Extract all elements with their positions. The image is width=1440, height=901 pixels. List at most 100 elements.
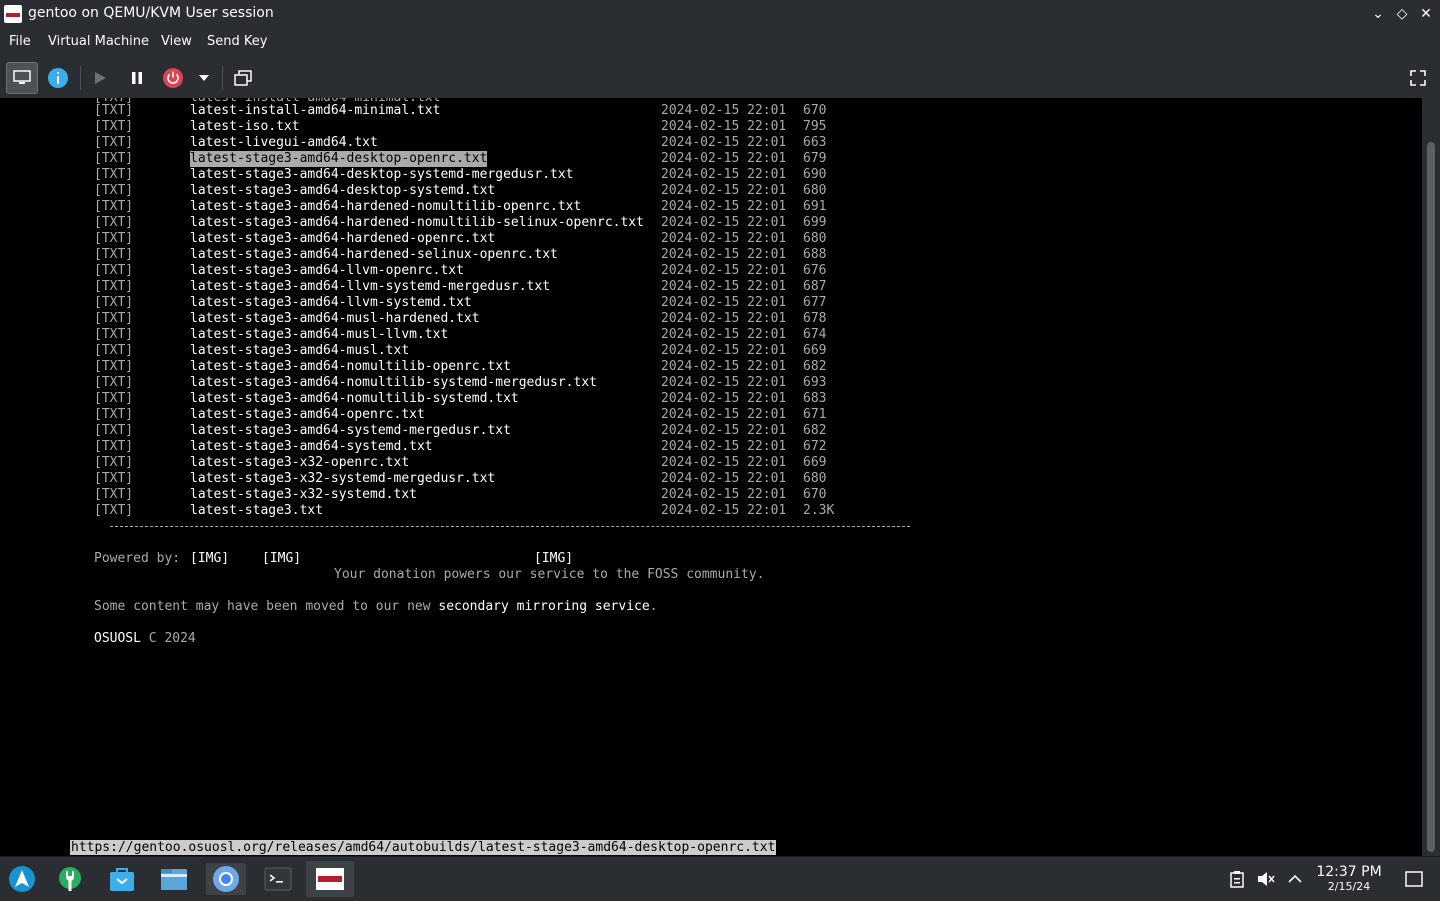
clock-time: 12:37 PM — [1316, 864, 1382, 880]
file-link[interactable]: latest-stage3-amd64-nomultilib-systemd-m… — [190, 375, 597, 391]
pause-button[interactable] — [123, 64, 151, 92]
file-link[interactable]: latest-livegui-amd64.txt — [190, 135, 378, 151]
show-desktop-icon[interactable] — [1404, 869, 1424, 889]
file-size: 680 — [803, 183, 827, 198]
run-button[interactable] — [86, 64, 114, 92]
file-link[interactable]: latest-iso.txt — [190, 119, 300, 135]
file-link[interactable]: latest-stage3-amd64-hardened-openrc.txt — [190, 231, 495, 247]
show-details-button[interactable] — [44, 64, 72, 92]
menu-virtual-machine[interactable]: Virtual Machine — [48, 34, 149, 49]
window-titlebar: gentoo on QEMU/KVM User session ⌄ ◇ ✕ — [0, 0, 1440, 28]
info-icon — [48, 68, 68, 88]
listing-separator — [110, 526, 910, 527]
file-link[interactable]: latest-stage3-amd64-musl-hardened.txt — [190, 311, 480, 327]
file-date: 2024-02-15 22:01 — [661, 183, 787, 198]
file-link[interactable]: latest-stage3-amd64-desktop-systemd-merg… — [190, 167, 574, 183]
file-type-label: [TXT] — [94, 279, 134, 294]
store-bag-icon — [110, 868, 134, 891]
osuosl-link[interactable]: OSUOSL — [94, 631, 141, 646]
file-type-label: [TXT] — [94, 103, 134, 118]
shutdown-menu-button[interactable] — [191, 64, 217, 92]
file-date: 2024-02-15 22:01 — [661, 455, 787, 470]
fullscreen-button[interactable] — [1404, 64, 1432, 92]
chevron-down-icon — [199, 75, 209, 81]
file-date: 2024-02-15 22:01 — [661, 151, 787, 166]
file-link[interactable]: latest-install-amd64-minimal.txt — [190, 103, 440, 119]
taskbar-terminal[interactable] — [262, 863, 294, 895]
file-type-label: [TXT] — [94, 471, 134, 486]
shutdown-button[interactable] — [159, 64, 187, 92]
close-button[interactable]: ✕ — [1416, 4, 1436, 24]
maximize-button[interactable]: ◇ — [1392, 4, 1412, 24]
taskbar-file-manager[interactable] — [158, 863, 190, 895]
file-link[interactable]: latest-stage3-amd64-musl.txt — [190, 343, 409, 359]
file-size: 679 — [803, 151, 827, 166]
file-date: 2024-02-15 22:01 — [661, 231, 787, 246]
file-size: 680 — [803, 231, 827, 246]
scrollbar-thumb[interactable] — [1427, 142, 1435, 852]
chromium-icon — [213, 866, 239, 892]
menu-file[interactable]: File — [9, 34, 31, 49]
file-link[interactable]: latest-stage3-x32-systemd.txt — [190, 487, 417, 503]
file-link[interactable]: latest-stage3-amd64-llvm-systemd.txt — [190, 295, 472, 311]
file-link[interactable]: latest-stage3-amd64-nomultilib-systemd.t… — [190, 391, 519, 407]
file-link[interactable]: latest-stage3-amd64-systemd.txt — [190, 439, 433, 455]
taskbar-chromium[interactable] — [206, 863, 246, 895]
file-date: 2024-02-15 22:01 — [661, 375, 787, 390]
file-link[interactable]: latest-stage3-amd64-hardened-selinux-ope… — [190, 247, 558, 263]
taskbar-discover[interactable] — [106, 863, 138, 895]
menu-send-key[interactable]: Send Key — [207, 34, 267, 49]
file-date: 2024-02-15 22:01 — [661, 327, 787, 342]
app-launcher-button[interactable] — [6, 863, 38, 895]
taskbar-system-settings[interactable] — [54, 863, 86, 895]
file-link[interactable]: latest-stage3-amd64-nomultilib-openrc.tx… — [190, 359, 511, 375]
file-date: 2024-02-15 22:01 — [661, 439, 787, 454]
file-link[interactable]: latest-stage3-x32-systemd-mergedusr.txt — [190, 471, 495, 487]
vm-console-display[interactable]: [TXT] latest-install-amd64-minimal.txt Po… — [0, 98, 1422, 856]
show-console-button[interactable] — [6, 62, 38, 94]
clipboard-tray-icon[interactable] — [1227, 869, 1247, 889]
volume-muted-tray-icon[interactable] — [1256, 869, 1276, 889]
taskbar-virt-manager[interactable] — [306, 861, 354, 897]
expand-icon — [1410, 70, 1426, 86]
fullscreen-toggle-button[interactable] — [229, 64, 257, 92]
file-size: 677 — [803, 295, 827, 310]
secondary-mirroring-link[interactable]: secondary mirroring service — [438, 599, 649, 614]
file-link[interactable]: latest-stage3-amd64-desktop-systemd.txt — [190, 183, 495, 199]
folder-icon — [161, 869, 187, 890]
file-type-label: [TXT] — [94, 231, 134, 246]
file-date: 2024-02-15 22:01 — [661, 119, 787, 134]
file-link[interactable]: latest-stage3.txt — [190, 503, 323, 519]
file-link[interactable]: latest-stage3-amd64-hardened-nomultilib-… — [190, 199, 581, 215]
file-link[interactable]: latest-stage3-amd64-systemd-mergedusr.tx… — [190, 423, 511, 439]
file-size: 693 — [803, 375, 827, 390]
file-size: 670 — [803, 103, 827, 118]
img-placeholder-1[interactable]: [IMG] — [190, 551, 229, 567]
file-type-label: [TXT] — [94, 247, 134, 262]
console-scrollbar[interactable] — [1422, 98, 1440, 856]
minimize-button[interactable]: ⌄ — [1368, 4, 1388, 24]
img-placeholder-2[interactable]: [IMG] — [262, 551, 301, 567]
file-link[interactable]: latest-stage3-amd64-openrc.txt — [190, 407, 425, 423]
arch-launcher-icon — [9, 866, 35, 892]
toolbar-separator — [80, 66, 81, 90]
taskbar-clock[interactable]: 12:37 PM 2/15/24 — [1312, 864, 1386, 894]
file-type-label: [TXT] — [94, 327, 134, 342]
file-link[interactable]: latest-stage3-amd64-llvm-systemd-mergedu… — [190, 279, 550, 295]
file-link[interactable]: latest-stage3-amd64-llvm-openrc.txt — [190, 263, 464, 279]
file-link[interactable]: latest-stage3-amd64-hardened-nomultilib-… — [190, 215, 644, 231]
file-link[interactable]: latest-stage3-amd64-musl-llvm.txt — [190, 327, 448, 343]
tray-expand-icon[interactable] — [1285, 869, 1305, 889]
file-date: 2024-02-15 22:01 — [661, 167, 787, 182]
img-placeholder-3[interactable]: [IMG] — [534, 551, 573, 567]
file-link[interactable]: latest-stage3-x32-openrc.txt — [190, 455, 409, 471]
file-link[interactable]: latest-stage3-amd64-desktop-openrc.txt — [190, 151, 488, 167]
terminal-icon — [264, 867, 292, 891]
menu-view[interactable]: View — [161, 34, 192, 49]
file-type-label: [TXT] — [94, 375, 134, 390]
file-type-label: [TXT] — [94, 135, 134, 150]
file-size: 670 — [803, 487, 827, 502]
file-size: 687 — [803, 279, 827, 294]
file-type-label: [TXT] — [94, 311, 134, 326]
file-size: 671 — [803, 407, 827, 422]
